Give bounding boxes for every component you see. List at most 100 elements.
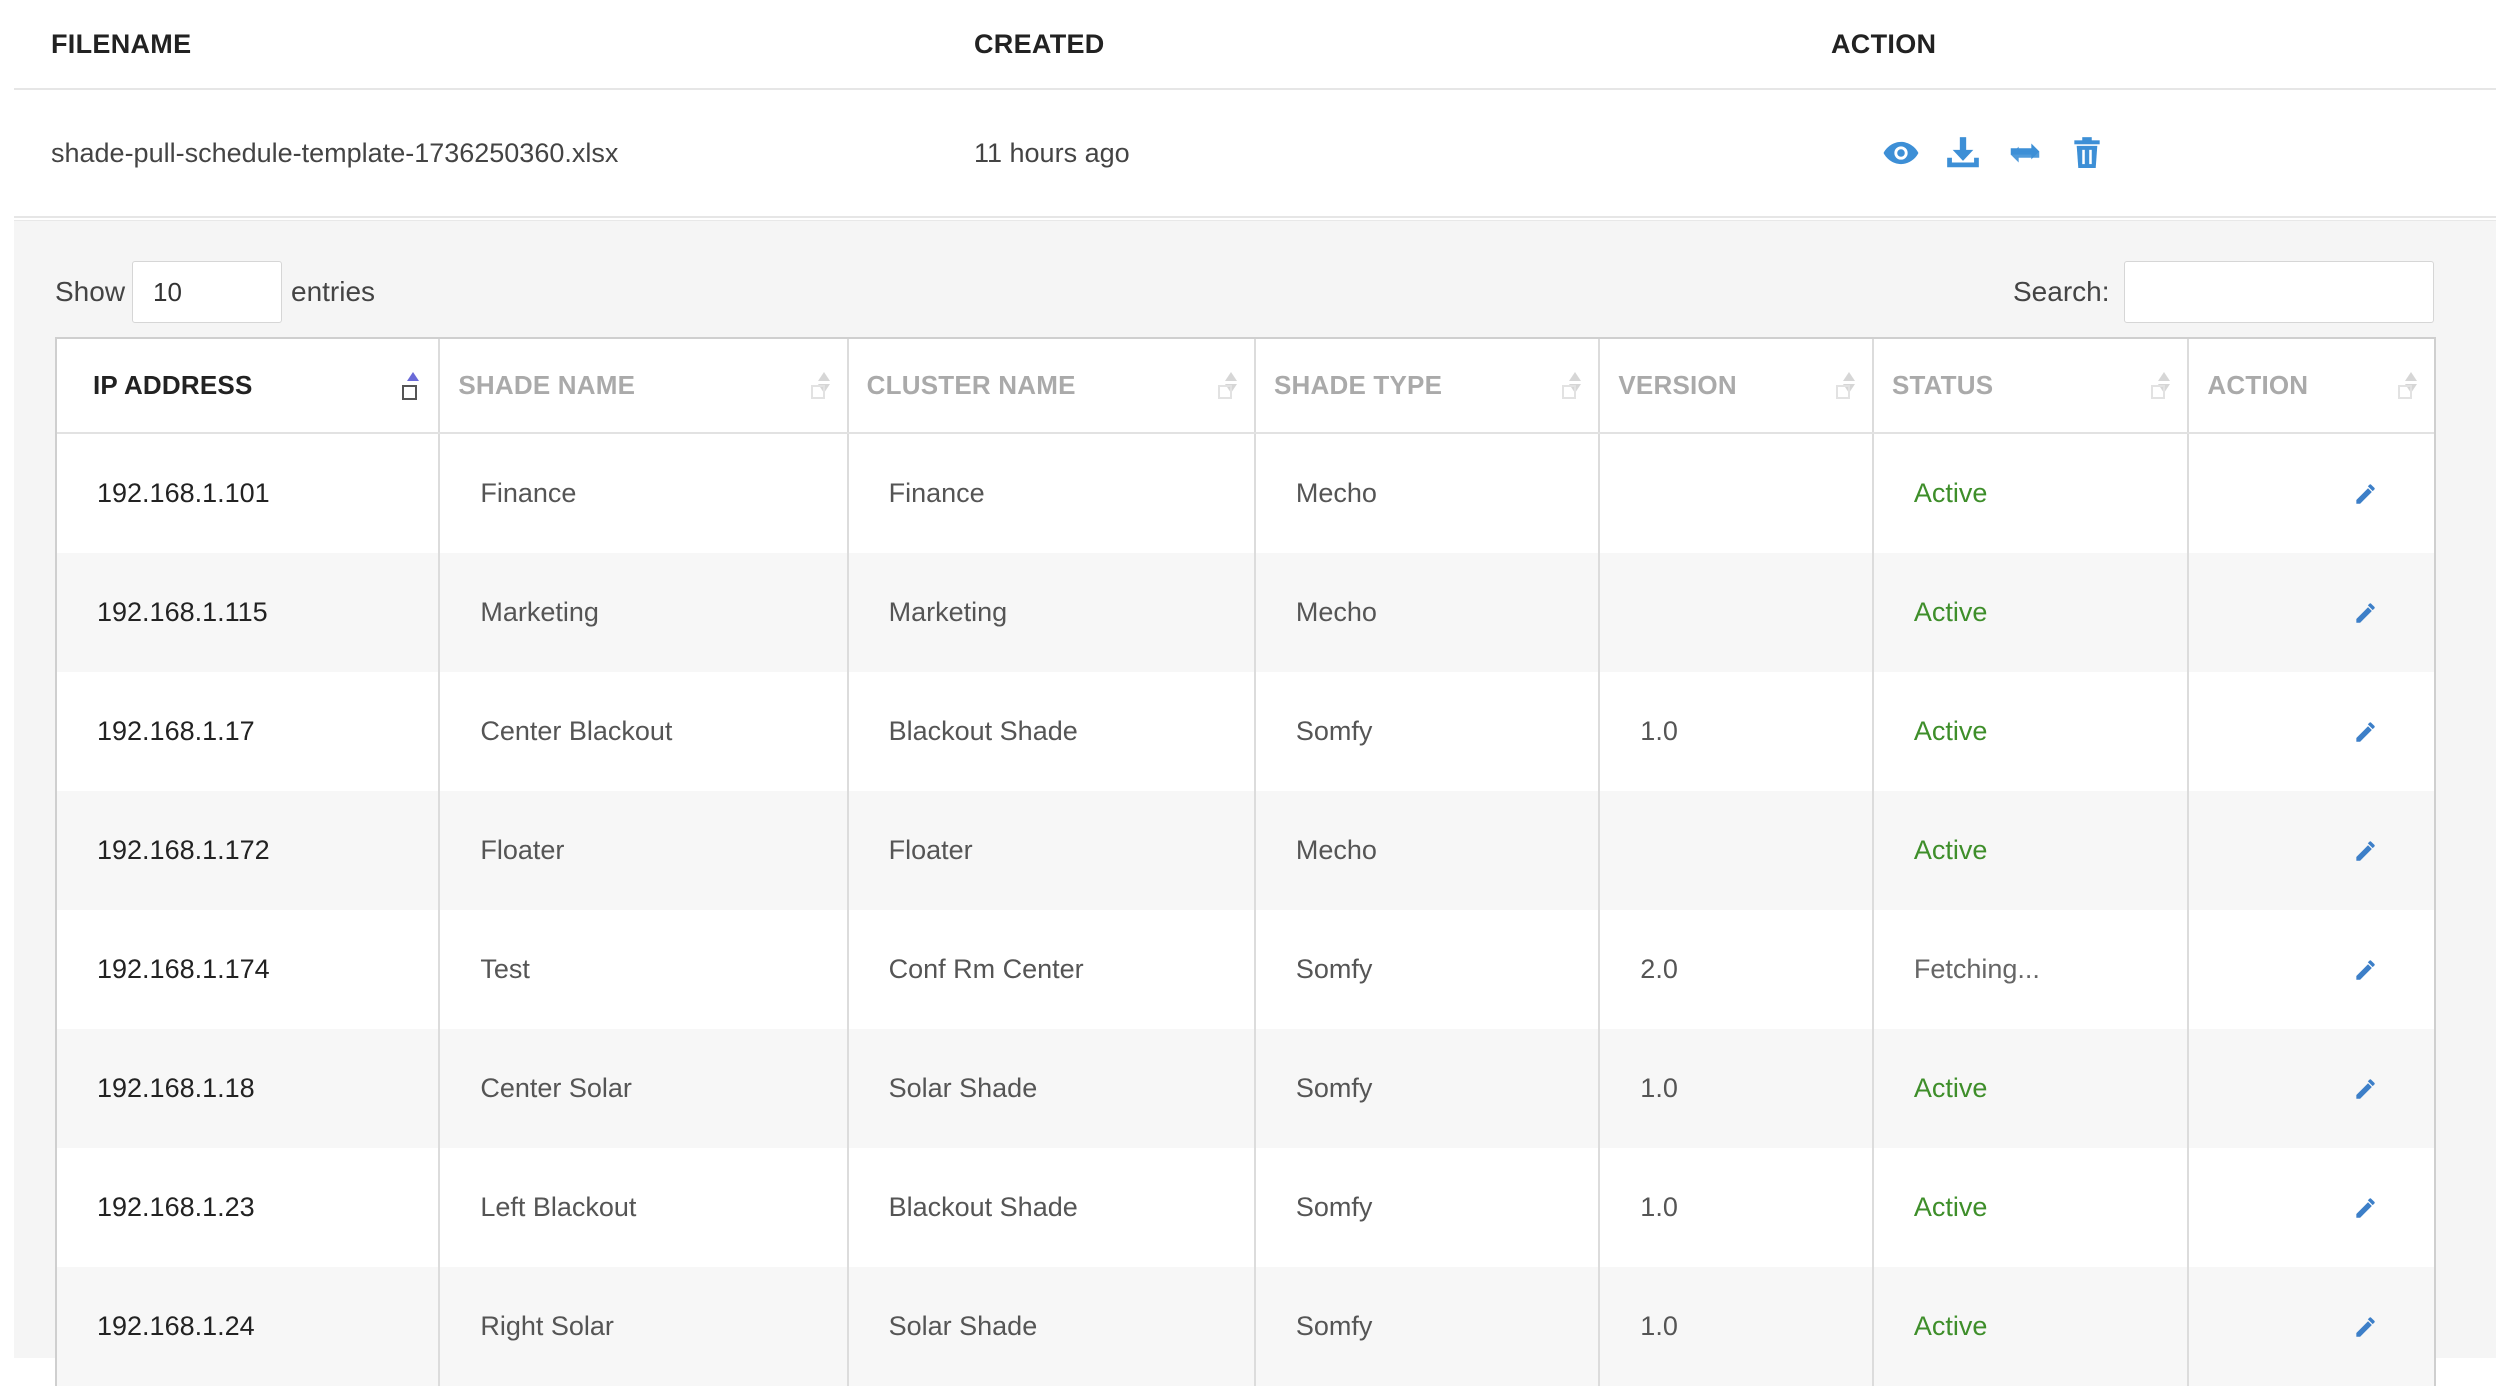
- status-text: Active: [1913, 835, 1988, 865]
- ip-address-text: 192.168.1.101: [97, 478, 270, 508]
- column-header-cluster-name[interactable]: CLUSTER NAME: [849, 339, 1256, 432]
- trash-icon[interactable]: [2068, 134, 2106, 172]
- column-header-label: SHADE NAME: [458, 370, 636, 400]
- edit-pencil-icon[interactable]: [2352, 1314, 2378, 1340]
- cluster-name-text: Conf Rm Center: [888, 954, 1084, 984]
- edit-pencil-icon[interactable]: [2352, 481, 2378, 507]
- column-header-version[interactable]: VERSION: [1600, 339, 1874, 432]
- cluster-name-text: Finance: [888, 478, 985, 508]
- version-text: 1.0: [1640, 1311, 1678, 1341]
- entries-length-input[interactable]: [132, 261, 282, 323]
- table-row: 192.168.1.18 Center Solar Solar Shade So…: [57, 1029, 2434, 1148]
- cell-ip-address: 192.168.1.115: [57, 553, 441, 672]
- cell-status: Active: [1874, 672, 2190, 791]
- column-header-shade-name[interactable]: SHADE NAME: [440, 339, 849, 432]
- shade-type-text: Mecho: [1295, 597, 1377, 627]
- file-name: shade-pull-schedule-template-1736250360.…: [51, 137, 619, 168]
- file-actions: [1882, 134, 2106, 172]
- cell-shade-name: Right Solar: [440, 1267, 849, 1386]
- cluster-name-text: Blackout Shade: [888, 1192, 1078, 1222]
- show-label: Show: [55, 276, 126, 307]
- column-header-action[interactable]: ACTION: [2189, 339, 2434, 432]
- sort-asc-icon: [402, 372, 420, 400]
- version-text: 1.0: [1640, 716, 1678, 746]
- column-header-status[interactable]: STATUS: [1874, 339, 2190, 432]
- sort-both-icon: [810, 372, 830, 399]
- cell-version: [1600, 553, 1874, 672]
- cell-cluster-name: Floater: [849, 791, 1256, 910]
- status-text: Active: [1913, 1192, 1988, 1222]
- cell-action: [2189, 672, 2434, 791]
- cell-shade-name: Center Solar: [440, 1029, 849, 1148]
- cell-ip-address: 192.168.1.17: [57, 672, 441, 791]
- cell-version: [1600, 791, 1874, 910]
- cell-status: Active: [1874, 1029, 2190, 1148]
- column-header-created: CREATED: [974, 28, 1105, 59]
- refresh-icon[interactable]: [2006, 134, 2044, 172]
- download-icon[interactable]: [1944, 134, 1982, 172]
- column-header-filename: FILENAME: [51, 28, 192, 59]
- cell-shade-type: Mecho: [1256, 791, 1601, 910]
- cell-ip-address: 192.168.1.101: [57, 434, 441, 553]
- cluster-name-text: Floater: [888, 835, 973, 865]
- cell-action: [2189, 791, 2434, 910]
- shade-name-text: Center Blackout: [480, 716, 673, 746]
- cell-shade-name: Floater: [440, 791, 849, 910]
- column-header-shade-type[interactable]: SHADE TYPE: [1256, 339, 1601, 432]
- table-row: 192.168.1.172 Floater Floater Mecho Acti…: [57, 791, 2434, 910]
- shade-name-text: Left Blackout: [480, 1192, 637, 1222]
- edit-pencil-icon[interactable]: [2352, 600, 2378, 626]
- search-label: Search:: [2013, 276, 2110, 307]
- files-table: FILENAME CREATED ACTION shade-pull-sched…: [14, 0, 2496, 218]
- status-text: Active: [1913, 597, 1988, 627]
- shade-name-text: Finance: [480, 478, 577, 508]
- cell-cluster-name: Conf Rm Center: [849, 910, 1256, 1029]
- version-text: 1.0: [1640, 1073, 1678, 1103]
- shade-name-text: Floater: [480, 835, 565, 865]
- table-row: 192.168.1.101 Finance Finance Mecho Acti…: [57, 434, 2434, 553]
- shade-type-text: Mecho: [1295, 835, 1377, 865]
- shade-type-text: Somfy: [1295, 954, 1373, 984]
- eye-icon[interactable]: [1882, 134, 1920, 172]
- column-header-action: ACTION: [1831, 28, 1937, 59]
- sort-both-icon: [2151, 372, 2171, 399]
- column-header-ip-address[interactable]: IP ADDRESS: [57, 339, 441, 432]
- column-header-label: IP ADDRESS: [93, 370, 253, 400]
- cell-shade-type: Somfy: [1256, 910, 1601, 1029]
- cell-version: 1.0: [1600, 1267, 1874, 1386]
- search-input[interactable]: [2124, 261, 2434, 323]
- shade-type-text: Somfy: [1295, 1192, 1373, 1222]
- status-text: Active: [1913, 1073, 1988, 1103]
- edit-pencil-icon[interactable]: [2352, 1076, 2378, 1102]
- cell-version: 1.0: [1600, 672, 1874, 791]
- column-header-label: CLUSTER NAME: [866, 370, 1076, 400]
- file-created: 11 hours ago: [974, 137, 1130, 168]
- file-row: shade-pull-schedule-template-1736250360.…: [14, 90, 2496, 218]
- cell-shade-type: Somfy: [1256, 1029, 1601, 1148]
- table-row: 192.168.1.115 Marketing Marketing Mecho …: [57, 553, 2434, 672]
- cell-status: Active: [1874, 791, 2190, 910]
- status-text: Active: [1913, 716, 1988, 746]
- cell-ip-address: 192.168.1.172: [57, 791, 441, 910]
- edit-pencil-icon[interactable]: [2352, 719, 2378, 745]
- table-header-row: IP ADDRESS SHADE NAME CLUSTER NAME SHADE…: [57, 339, 2434, 434]
- cell-ip-address: 192.168.1.23: [57, 1148, 441, 1267]
- edit-pencil-icon[interactable]: [2352, 1195, 2378, 1221]
- cell-action: [2189, 553, 2434, 672]
- cell-shade-name: Left Blackout: [440, 1148, 849, 1267]
- cluster-name-text: Solar Shade: [888, 1073, 1038, 1103]
- cell-action: [2189, 434, 2434, 553]
- cell-cluster-name: Solar Shade: [849, 1267, 1256, 1386]
- shades-table: IP ADDRESS SHADE NAME CLUSTER NAME SHADE…: [55, 337, 2436, 1386]
- sort-both-icon: [1835, 372, 1855, 399]
- cell-cluster-name: Finance: [849, 434, 1256, 553]
- cell-shade-type: Somfy: [1256, 672, 1601, 791]
- shades-panel: Show entries Search: IP ADDRESS SHADE NA…: [14, 220, 2496, 1386]
- edit-pencil-icon[interactable]: [2352, 957, 2378, 983]
- version-text: 2.0: [1640, 954, 1678, 984]
- cell-cluster-name: Blackout Shade: [849, 1148, 1256, 1267]
- cell-status: Active: [1874, 434, 2190, 553]
- edit-pencil-icon[interactable]: [2352, 838, 2378, 864]
- cell-ip-address: 192.168.1.18: [57, 1029, 441, 1148]
- sort-both-icon: [2398, 372, 2417, 399]
